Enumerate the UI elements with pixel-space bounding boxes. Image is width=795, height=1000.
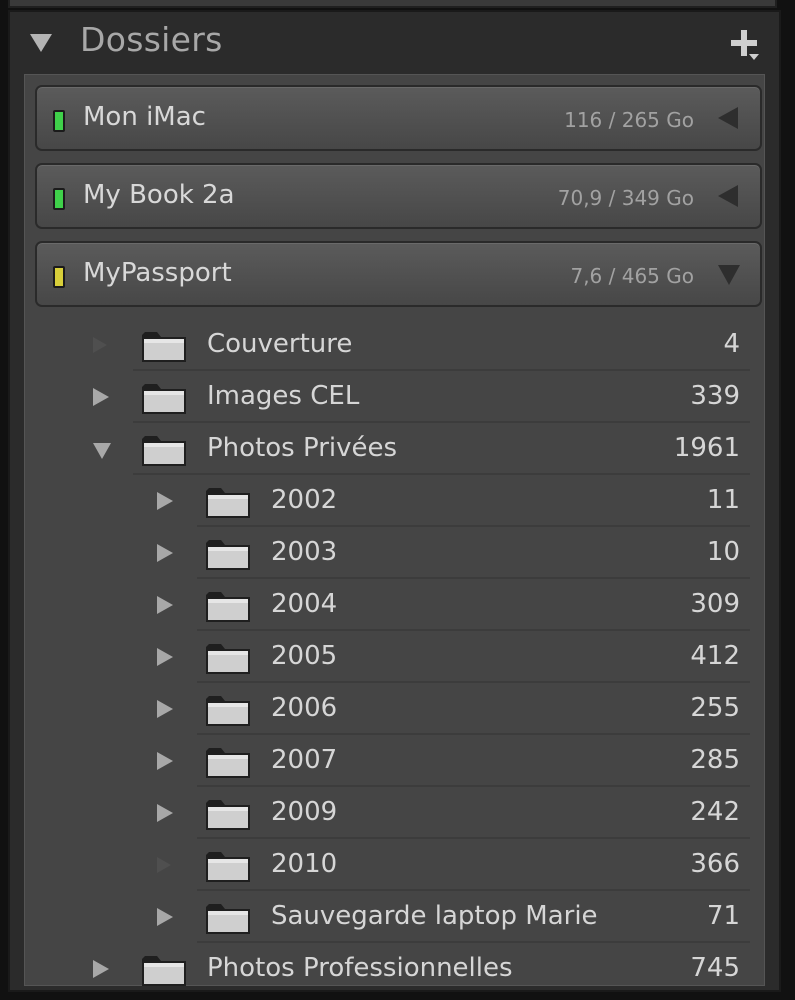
volume-row[interactable]: My Book 2a 70,9 / 349 Go — [35, 163, 762, 229]
folder-row[interactable]: 2003 10 — [25, 527, 764, 579]
folder-icon — [205, 849, 251, 883]
photo-count: 242 — [690, 797, 740, 827]
folder-row[interactable]: 2009 242 — [25, 787, 764, 839]
disclosure-left-icon[interactable] — [718, 185, 738, 207]
folder-icon — [205, 745, 251, 779]
folder-row[interactable]: 2007 285 — [25, 735, 764, 787]
panel-header[interactable]: Dossiers — [10, 12, 779, 74]
top-strip — [8, 0, 777, 8]
empty-triangle-icon — [157, 857, 171, 873]
folder-name: 2007 — [271, 745, 338, 775]
folder-icon — [205, 641, 251, 675]
folder-name: 2005 — [271, 641, 338, 671]
folder-name: 2004 — [271, 589, 338, 619]
collapse-triangle-icon[interactable] — [30, 34, 52, 52]
collapsed-triangle-icon[interactable] — [93, 960, 109, 978]
folder-icon — [141, 953, 187, 987]
folders-panel: Dossiers Mon iMac 116 / 265 Go My Book 2a 7… — [8, 10, 781, 992]
collapsed-triangle-icon[interactable] — [157, 648, 173, 666]
collapsed-triangle-icon[interactable] — [157, 752, 173, 770]
folder-row[interactable]: Photos Professionnelles 745 — [25, 943, 764, 995]
photo-count: 366 — [690, 849, 740, 879]
folder-icon — [205, 901, 251, 935]
volume-name: Mon iMac — [83, 102, 206, 132]
folder-row[interactable]: 2004 309 — [25, 579, 764, 631]
volume-row[interactable]: Mon iMac 116 / 265 Go — [35, 85, 762, 151]
folder-row[interactable]: 2002 11 — [25, 475, 764, 527]
volume-row[interactable]: MyPassport 7,6 / 465 Go — [35, 241, 762, 307]
volume-name: My Book 2a — [83, 180, 235, 210]
folder-row[interactable]: 2010 366 — [25, 839, 764, 891]
photo-count: 285 — [690, 745, 740, 775]
photo-count: 11 — [706, 485, 740, 515]
folder-name: Sauvegarde laptop Marie — [271, 901, 598, 931]
folder-icon — [205, 693, 251, 727]
folder-icon — [205, 589, 251, 623]
collapsed-triangle-icon[interactable] — [93, 388, 109, 406]
folder-row[interactable]: Photos Privées 1961 — [25, 423, 764, 475]
folder-name: Couverture — [207, 329, 353, 359]
status-indicator-icon — [53, 188, 65, 210]
folder-name: 2002 — [271, 485, 338, 515]
folder-row[interactable]: Sauvegarde laptop Marie 71 — [25, 891, 764, 943]
folder-icon — [205, 485, 251, 519]
folder-row[interactable]: 2006 255 — [25, 683, 764, 735]
collapsed-triangle-icon[interactable] — [157, 596, 173, 614]
collapsed-triangle-icon[interactable] — [157, 544, 173, 562]
folder-icon — [141, 329, 187, 363]
folder-icon — [141, 381, 187, 415]
photo-count: 309 — [690, 589, 740, 619]
photo-count: 1961 — [673, 433, 740, 463]
volume-size: 116 / 265 Go — [564, 108, 694, 132]
photo-count: 339 — [690, 381, 740, 411]
panel-title: Dossiers — [80, 20, 223, 59]
folder-name: Photos Professionnelles — [207, 953, 513, 983]
folder-name: 2003 — [271, 537, 338, 567]
photo-count: 10 — [706, 537, 740, 567]
folder-tree: Mon iMac 116 / 265 Go My Book 2a 70,9 / 349… — [24, 74, 765, 986]
collapsed-triangle-icon[interactable] — [157, 492, 173, 510]
photo-count: 745 — [690, 953, 740, 983]
folder-icon — [205, 537, 251, 571]
status-indicator-icon — [53, 266, 65, 288]
folder-name: 2009 — [271, 797, 338, 827]
disclosure-down-icon[interactable] — [718, 265, 740, 285]
folder-row[interactable]: Couverture 4 — [25, 319, 764, 371]
folder-name: 2010 — [271, 849, 338, 879]
collapsed-triangle-icon[interactable] — [157, 700, 173, 718]
folder-icon — [141, 433, 187, 467]
expanded-triangle-icon[interactable] — [93, 443, 111, 459]
collapsed-triangle-icon[interactable] — [157, 908, 173, 926]
folder-name: Images CEL — [207, 381, 360, 411]
folder-name: 2006 — [271, 693, 338, 723]
status-indicator-icon — [53, 110, 65, 132]
folder-row[interactable]: 2005 412 — [25, 631, 764, 683]
photo-count: 412 — [690, 641, 740, 671]
disclosure-left-icon[interactable] — [718, 107, 738, 129]
volume-size: 7,6 / 465 Go — [570, 264, 694, 288]
photo-count: 71 — [706, 901, 740, 931]
folder-row[interactable]: Images CEL 339 — [25, 371, 764, 423]
photo-count: 4 — [723, 329, 740, 359]
plus-dropdown-icon[interactable] — [729, 26, 761, 66]
photo-count: 255 — [690, 693, 740, 723]
collapsed-triangle-icon[interactable] — [157, 804, 173, 822]
volume-name: MyPassport — [83, 258, 232, 288]
folder-name: Photos Privées — [207, 433, 398, 463]
folder-icon — [205, 797, 251, 831]
volume-size: 70,9 / 349 Go — [557, 186, 694, 210]
empty-triangle-icon — [93, 337, 107, 353]
